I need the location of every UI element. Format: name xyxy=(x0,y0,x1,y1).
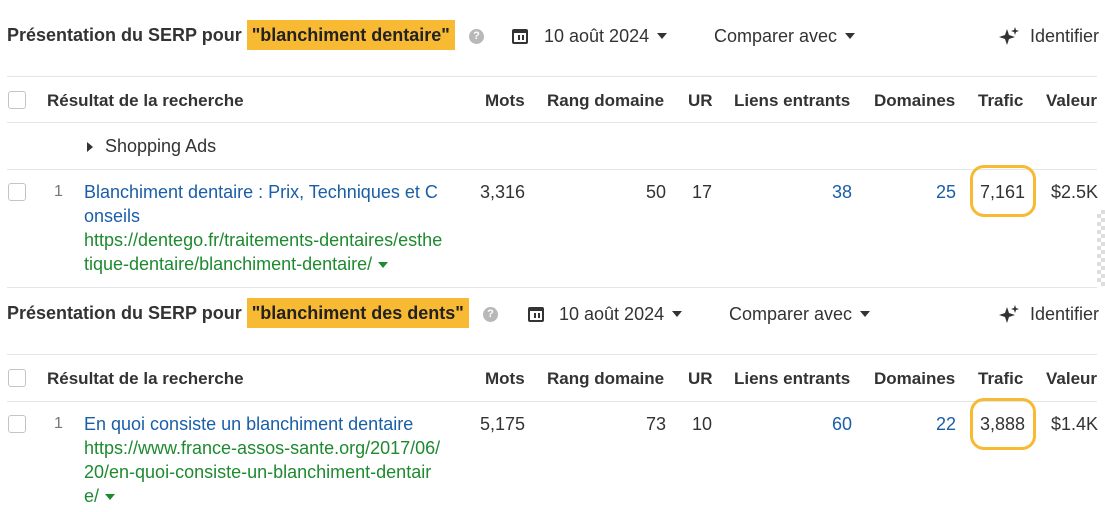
keyword-highlight: "blanchiment des dents" xyxy=(246,298,469,328)
col-domains[interactable]: Domaines xyxy=(874,369,955,389)
row-rank: 1 xyxy=(54,415,63,432)
compare-label: Comparer avec xyxy=(714,26,838,46)
col-value[interactable]: Valeur xyxy=(1046,91,1097,111)
date-label: 10 août 2024 xyxy=(544,26,650,46)
value-value: $2.5K xyxy=(1050,182,1098,202)
divider xyxy=(7,76,1097,77)
col-domain-rank[interactable]: Rang domaine xyxy=(547,369,664,389)
col-domain-rank[interactable]: Rang domaine xyxy=(547,91,664,111)
chevron-down-icon[interactable] xyxy=(105,494,116,501)
compare-label: Comparer avec xyxy=(729,304,853,324)
keyword-highlight: "blanchiment dentaire" xyxy=(246,20,455,50)
domains-link[interactable]: 22 xyxy=(920,414,956,435)
sparkle-icon xyxy=(999,305,1019,323)
identify-button[interactable]: Identifier xyxy=(1030,26,1099,47)
col-words[interactable]: Mots xyxy=(485,369,525,389)
words-value: 5,175 xyxy=(479,414,525,434)
row-rank: 1 xyxy=(54,183,63,200)
row-checkbox[interactable] xyxy=(8,183,26,201)
compare-dropdown[interactable]: Comparer avec xyxy=(714,26,856,47)
shopping-ads-toggle[interactable]: Shopping Ads xyxy=(105,136,216,157)
chevron-down-icon[interactable] xyxy=(378,262,389,269)
compare-dropdown[interactable]: Comparer avec xyxy=(729,304,871,325)
help-icon[interactable]: ? xyxy=(483,307,498,322)
result-title-link[interactable]: En quoi consiste un blanchiment dentaire xyxy=(84,412,464,436)
col-traffic[interactable]: Trafic xyxy=(978,369,1023,389)
col-ur[interactable]: UR xyxy=(688,91,713,111)
chevron-down-icon xyxy=(672,311,683,318)
result-url-line: 20/en-quoi-consiste-un-blanchiment-denta… xyxy=(84,462,432,482)
result-title-line: onseils xyxy=(84,206,141,226)
result-url-line: https://www.france-assos-sante.org/2017/… xyxy=(84,438,441,458)
col-backlinks[interactable]: Liens entrants xyxy=(734,369,850,389)
serp-title-prefix: Présentation du SERP pour xyxy=(7,25,242,45)
result-title-line: En quoi consiste un blanchiment dentaire xyxy=(84,414,414,434)
result-url-link[interactable]: https://dentego.fr/traitements-dentaires… xyxy=(84,228,464,276)
serp-title: Présentation du SERP pour "blanchiment d… xyxy=(7,298,469,328)
col-value[interactable]: Valeur xyxy=(1046,369,1097,389)
domains-link[interactable]: 25 xyxy=(920,182,956,203)
words-value: 3,316 xyxy=(479,182,525,202)
divider xyxy=(7,401,1097,402)
result-title-link[interactable]: Blanchiment dentaire : Prix, Techniques … xyxy=(84,180,464,228)
col-result[interactable]: Résultat de la recherche xyxy=(47,369,244,389)
identify-button[interactable]: Identifier xyxy=(1030,304,1099,325)
chevron-down-icon xyxy=(657,33,668,40)
chevron-down-icon xyxy=(845,33,856,40)
result-url-line: https://dentego.fr/traitements-dentaires… xyxy=(84,230,443,250)
divider xyxy=(7,354,1097,355)
calendar-icon xyxy=(512,29,528,44)
col-backlinks[interactable]: Liens entrants xyxy=(734,91,850,111)
value-value: $1.4K xyxy=(1050,414,1098,434)
calendar-icon xyxy=(528,307,544,322)
col-traffic[interactable]: Trafic xyxy=(978,91,1023,111)
ur-value: 17 xyxy=(691,182,712,202)
backlinks-link[interactable]: 38 xyxy=(810,182,852,203)
divider xyxy=(7,122,1097,123)
transparency-edge xyxy=(1097,210,1105,286)
sparkle-icon xyxy=(999,27,1019,45)
domain-rank-value: 50 xyxy=(645,182,666,202)
divider xyxy=(7,287,1097,288)
date-selector[interactable]: 10 août 2024 xyxy=(559,304,683,325)
col-domains[interactable]: Domaines xyxy=(874,91,955,111)
backlinks-link[interactable]: 60 xyxy=(810,414,852,435)
serp-title: Présentation du SERP pour "blanchiment d… xyxy=(7,20,455,50)
col-ur[interactable]: UR xyxy=(688,369,713,389)
divider xyxy=(7,169,1097,170)
col-result[interactable]: Résultat de la recherche xyxy=(47,91,244,111)
result-url-link[interactable]: https://www.france-assos-sante.org/2017/… xyxy=(84,436,464,508)
expand-arrow-icon[interactable] xyxy=(87,142,93,152)
col-words[interactable]: Mots xyxy=(485,91,525,111)
traffic-value: 3,888 xyxy=(979,414,1025,434)
result-url-line: e/ xyxy=(84,486,100,506)
ur-value: 10 xyxy=(691,414,712,434)
date-selector[interactable]: 10 août 2024 xyxy=(544,26,668,47)
serp-title-prefix: Présentation du SERP pour xyxy=(7,303,242,323)
select-all-checkbox[interactable] xyxy=(8,369,26,387)
help-icon[interactable]: ? xyxy=(469,29,484,44)
traffic-value: 7,161 xyxy=(979,182,1025,202)
date-label: 10 août 2024 xyxy=(559,304,665,324)
result-url-line: tique-dentaire/blanchiment-dentaire/ xyxy=(84,254,373,274)
row-checkbox[interactable] xyxy=(8,415,26,433)
select-all-checkbox[interactable] xyxy=(8,91,26,109)
result-title-line: Blanchiment dentaire : Prix, Techniques … xyxy=(84,182,438,202)
chevron-down-icon xyxy=(860,311,871,318)
domain-rank-value: 73 xyxy=(645,414,666,434)
